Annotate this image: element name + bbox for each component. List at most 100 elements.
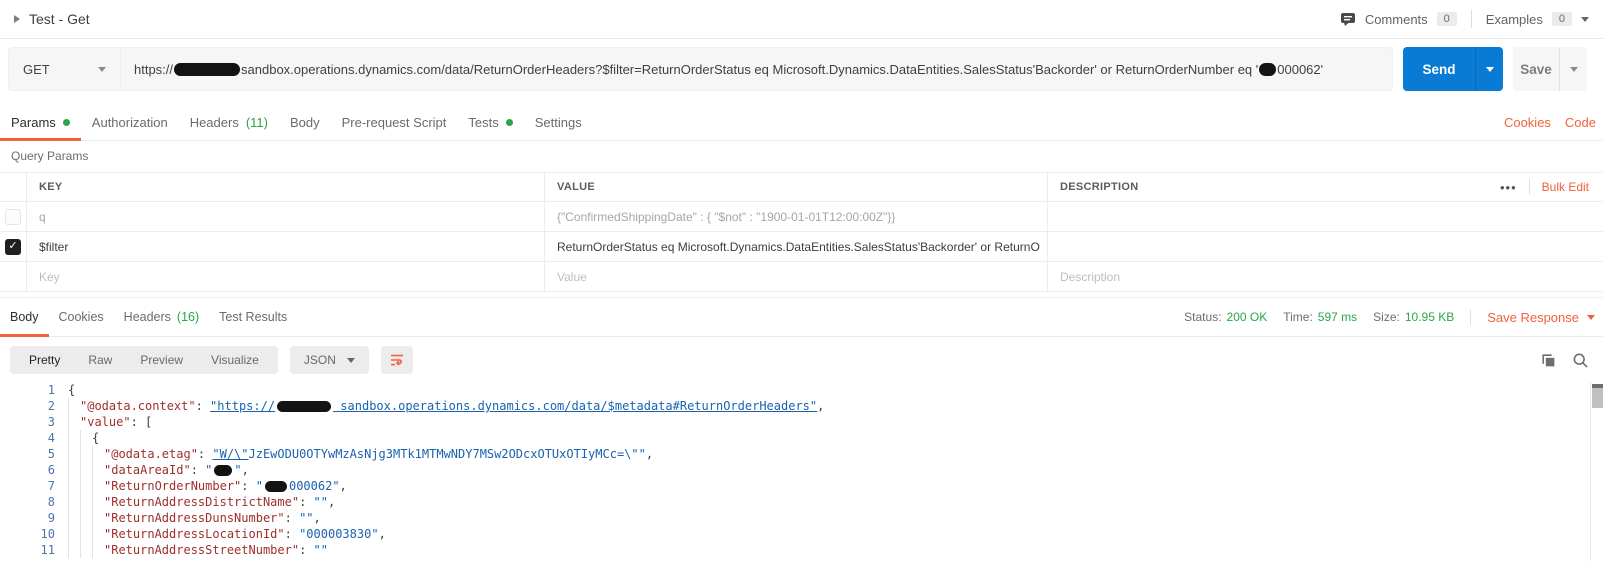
tab-tests[interactable]: Tests	[457, 105, 523, 140]
query-params-title: Query Params	[11, 149, 89, 163]
code-token: "@odata.etag"	[104, 447, 198, 461]
params-actions: ••• Bulk Edit	[1500, 179, 1591, 195]
code-token: :	[284, 527, 300, 541]
line-number: 2	[47, 399, 55, 413]
checkbox-q[interactable]	[5, 208, 21, 225]
code-line: 3 "value": [	[0, 414, 1603, 430]
indent-guide	[80, 430, 92, 446]
indent-guide	[68, 510, 80, 526]
cookies-link[interactable]: Cookies	[1504, 115, 1551, 130]
line-number: 11	[40, 543, 55, 557]
response-tab-body[interactable]: Body	[0, 298, 49, 337]
view-raw-button[interactable]: Raw	[74, 346, 126, 374]
examples-count-badge: 0	[1551, 12, 1572, 26]
description-cell[interactable]	[1048, 202, 1603, 231]
code-token: :	[190, 463, 206, 477]
search-button[interactable]	[1572, 352, 1589, 369]
code-token: "@odata.context"	[80, 399, 196, 413]
param-row-filter: ✓ $filter ReturnOrderStatus eq Microsoft…	[0, 232, 1603, 262]
response-tab-test-results[interactable]: Test Results	[209, 298, 297, 336]
view-pretty-button[interactable]: Pretty	[15, 346, 74, 374]
view-preview-button[interactable]: Preview	[126, 346, 197, 374]
view-mode-group: Pretty Raw Preview Visualize	[10, 346, 278, 374]
tab-pre-request-script[interactable]: Pre-request Script	[331, 105, 458, 140]
response-tab-headers[interactable]: Headers (16)	[114, 298, 209, 336]
value-cell[interactable]: ReturnOrderStatus eq Microsoft.Dynamics.…	[545, 232, 1048, 261]
more-options-icon[interactable]: •••	[1500, 180, 1517, 195]
indent-guide	[92, 478, 104, 494]
indent-guide	[80, 446, 92, 462]
url-suffix: 000062'	[1277, 61, 1324, 77]
key-cell[interactable]: q	[27, 202, 545, 231]
description-column-header: DESCRIPTION	[1060, 181, 1139, 193]
response-icon-group	[1540, 352, 1593, 369]
tab-headers[interactable]: Headers (11)	[179, 105, 279, 140]
code-line: 9 "ReturnAddressDunsNumber": "",	[0, 510, 1603, 526]
method-select[interactable]: GET	[9, 48, 121, 90]
line-number: 6	[47, 463, 55, 477]
url-rest: sandbox.operations.dynamics.com/data/Ret…	[241, 61, 1259, 77]
params-header-row: KEY VALUE DESCRIPTION ••• Bulk Edit	[0, 172, 1603, 202]
format-select[interactable]: JSON	[289, 346, 369, 374]
description-cell-placeholder[interactable]: Description	[1048, 262, 1603, 291]
code-token: :	[197, 447, 213, 461]
code-token: "https://	[210, 399, 276, 413]
save-options-button[interactable]	[1559, 47, 1587, 91]
code-token: ,	[645, 447, 654, 461]
view-visualize-button[interactable]: Visualize	[197, 346, 273, 374]
code-token: ,	[327, 495, 336, 509]
code-token: ,	[817, 399, 825, 413]
url-container: GET https:// sandbox.operations.dynamics.…	[8, 47, 1393, 91]
send-options-button[interactable]	[1475, 47, 1503, 91]
response-tab-cookies[interactable]: Cookies	[49, 298, 114, 336]
code-line: 6 "dataAreaId": " ",	[0, 462, 1603, 478]
code-token: sandbox.operations.dynamics.com/data/$me…	[333, 399, 818, 413]
key-cell[interactable]: $filter	[27, 232, 545, 261]
collapse-arrow-icon[interactable]	[14, 15, 20, 23]
code-token: : [	[130, 415, 153, 429]
save-button[interactable]: Save	[1513, 47, 1559, 91]
checkbox-empty	[0, 262, 27, 291]
url-input[interactable]: https:// sandbox.operations.dynamics.com/…	[121, 62, 1392, 77]
line-number: 4	[47, 431, 55, 445]
code-token: :	[299, 495, 314, 509]
tab-body[interactable]: Body	[279, 105, 331, 140]
indent-guide	[92, 542, 104, 558]
comments-button[interactable]: Comments 0	[1340, 11, 1457, 27]
copy-button[interactable]	[1540, 352, 1557, 369]
save-response-button[interactable]: Save Response	[1487, 310, 1595, 325]
comments-label: Comments	[1364, 11, 1428, 27]
time-label: Time:	[1283, 310, 1313, 324]
indent-guide	[68, 526, 80, 542]
checkbox-filter[interactable]: ✓	[5, 238, 21, 255]
code-line: 10 "ReturnAddressLocationId": "000003830"…	[0, 526, 1603, 542]
code-token: "W/\"	[212, 447, 249, 461]
bulk-edit-link[interactable]: Bulk Edit	[1542, 180, 1589, 194]
copy-icon	[1540, 352, 1557, 369]
wrap-lines-button[interactable]	[380, 346, 413, 374]
code-scrollbar[interactable]	[1590, 382, 1603, 561]
query-params-table: KEY VALUE DESCRIPTION ••• Bulk Edit q {"…	[0, 172, 1603, 292]
tab-params[interactable]: Params	[0, 105, 81, 141]
tab-settings[interactable]: Settings	[524, 105, 593, 140]
header-actions: Comments 0 Examples 0	[1340, 10, 1589, 28]
code-scrollbar-thumb[interactable]	[1592, 384, 1603, 408]
actions-divider	[1528, 179, 1530, 195]
code-line: 11 "ReturnAddressStreetNumber": ""	[0, 542, 1603, 558]
save-response-label: Save Response	[1487, 309, 1579, 325]
value-cell[interactable]: {"ConfirmedShippingDate" : { "$not" : "1…	[545, 202, 1048, 231]
code-link[interactable]: Code	[1565, 115, 1596, 130]
code-lines: 1{2 "@odata.context": "https:// sandbox.o…	[0, 382, 1603, 558]
description-cell[interactable]	[1048, 232, 1603, 261]
line-number: 1	[47, 383, 55, 397]
response-body-editor[interactable]: 1{2 "@odata.context": "https:// sandbox.o…	[0, 382, 1603, 561]
value-cell-placeholder[interactable]: Value	[545, 262, 1048, 291]
examples-button[interactable]: Examples 0	[1486, 12, 1589, 27]
code-token: ,	[339, 479, 347, 493]
indent-guide	[92, 462, 104, 478]
status-value: 200 OK	[1226, 310, 1268, 324]
tab-authorization[interactable]: Authorization	[81, 105, 179, 140]
key-cell-placeholder[interactable]: Key	[27, 262, 545, 291]
tab-label: Body	[289, 115, 320, 130]
send-button[interactable]: Send	[1403, 47, 1475, 91]
